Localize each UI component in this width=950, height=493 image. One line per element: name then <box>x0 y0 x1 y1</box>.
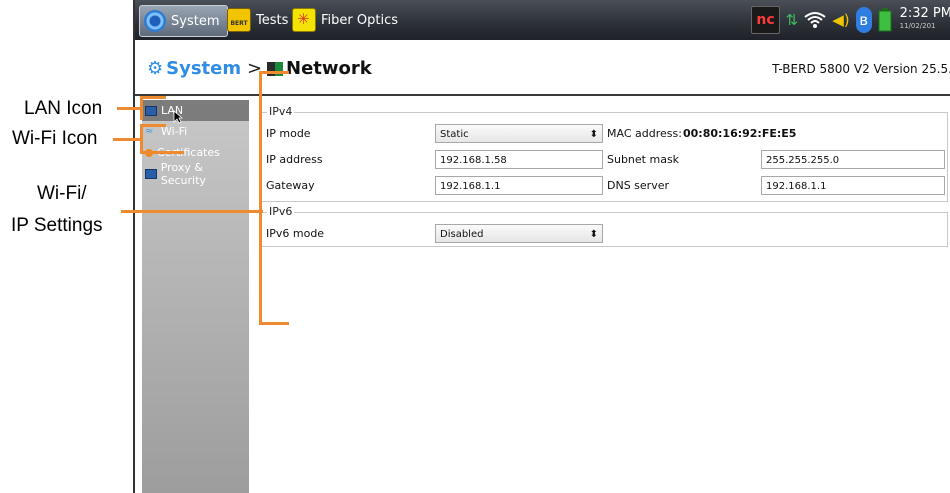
title-bar: ⚙ System > Network T-BERD 5800 V2 Versio… <box>135 40 950 94</box>
callout-lan-icon: LAN Icon <box>24 98 103 119</box>
subnet-mask-label: Subnet mask <box>607 153 680 166</box>
wifi-signal-icon[interactable] <box>804 7 826 33</box>
gear-icon: ⚙ <box>147 58 164 79</box>
clock: 2:32 PM 11/02/201 <box>900 7 950 33</box>
tests-tab-label: Tests <box>256 12 289 28</box>
ipv6-mode-select[interactable]: Disabled ⬍ <box>435 224 603 243</box>
system-gear-icon <box>144 10 166 32</box>
callout-connector-settings <box>121 210 263 213</box>
version-label: T-BERD 5800 V2 Version 25.5. <box>772 62 950 76</box>
page-title-label: Network <box>286 58 372 79</box>
callout-bracket-settings <box>259 71 262 325</box>
subnet-mask-field[interactable]: 255.255.255.0 <box>761 150 945 169</box>
callout-bracket-lan-top <box>140 96 166 99</box>
mouse-cursor-icon <box>173 110 183 124</box>
fiber-optics-tab[interactable]: Fiber Optics <box>292 5 398 35</box>
ip-address-field[interactable]: 192.168.1.58 <box>435 150 603 169</box>
battery-icon[interactable] <box>878 7 892 33</box>
ip-mode-label: IP mode <box>266 127 311 140</box>
callout-settings-line2: IP Settings <box>11 215 103 236</box>
sidebar-item-lan[interactable]: LAN <box>142 100 249 121</box>
callout-bracket-wifi-bottom <box>140 151 184 154</box>
dns-server-field[interactable]: 192.168.1.1 <box>761 176 945 195</box>
callout-bracket-lan <box>140 96 143 120</box>
ip-mode-value: Static <box>440 129 469 140</box>
ipv6-section <box>261 212 948 247</box>
mac-address-value: 00:80:16:92:FE:E5 <box>683 127 797 140</box>
select-arrows-icon: ⬍ <box>589 129 598 140</box>
proxy-icon <box>145 168 157 179</box>
breadcrumb-system[interactable]: ⚙ System <box>147 58 241 79</box>
sidebar-item-proxy-security[interactable]: Proxy & Security <box>142 160 249 187</box>
page-title: Network <box>267 58 372 79</box>
callout-settings-line1: Wi-Fi/ <box>37 183 87 204</box>
nc-icon[interactable]: nc <box>751 6 780 34</box>
sidebar: LAN ≈ Wi-Fi Certificates Proxy & Securit… <box>142 100 249 493</box>
mac-address-label: MAC address: <box>607 127 682 140</box>
ipv6-mode-value: Disabled <box>440 229 484 240</box>
bert-icon: BERT <box>227 8 251 32</box>
ipv6-mode-label: IPv6 mode <box>266 227 325 240</box>
sidebar-item-label: Proxy & Security <box>160 160 206 187</box>
system-tab-label: System <box>171 13 220 29</box>
select-arrows-icon: ⬍ <box>589 229 598 240</box>
device-screen: System BERT Tests Fiber Optics nc ⇅ ◀) ʙ… <box>133 0 950 493</box>
callout-bracket-settings-top <box>259 71 289 74</box>
gateway-label: Gateway <box>266 179 315 192</box>
network-arrows-icon[interactable]: ⇅ <box>786 7 799 33</box>
breadcrumb-system-label: System <box>166 58 242 79</box>
callout-wifi-icon: Wi-Fi Icon <box>12 128 98 149</box>
fiber-optics-tab-label: Fiber Optics <box>321 12 398 28</box>
title-divider <box>135 94 950 96</box>
clock-time: 2:32 PM <box>899 6 950 21</box>
lan-icon <box>145 105 157 116</box>
callout-connector-lan <box>117 107 142 110</box>
tests-tab[interactable]: BERT Tests <box>227 5 288 35</box>
bluetooth-icon[interactable]: ʙ <box>855 7 872 33</box>
gateway-field[interactable]: 192.168.1.1 <box>435 176 603 195</box>
clock-date: 11/02/201 <box>899 22 936 30</box>
ipv4-title: IPv4 <box>267 105 295 118</box>
callout-connector-wifi <box>113 138 142 141</box>
ip-address-label: IP address <box>266 153 323 166</box>
fiber-optics-icon <box>292 8 316 32</box>
ipv6-title: IPv6 <box>267 205 295 218</box>
callout-bracket-wifi-top <box>140 124 166 127</box>
wifi-icon: ≈ <box>145 126 154 137</box>
ip-mode-select[interactable]: Static ⬍ <box>435 124 603 143</box>
dns-server-label: DNS server <box>607 179 669 192</box>
system-tray: nc ⇅ ◀) ʙ 2:32 PM 11/02/201 <box>745 0 950 40</box>
taskbar: System BERT Tests Fiber Optics nc ⇅ ◀) ʙ… <box>135 0 950 40</box>
callout-bracket-wifi <box>140 126 143 153</box>
callout-bracket-settings-bottom <box>259 322 289 325</box>
volume-icon[interactable]: ◀) <box>832 7 849 33</box>
system-tab[interactable]: System <box>139 5 229 37</box>
bert-badge-text: BERT <box>230 20 248 27</box>
